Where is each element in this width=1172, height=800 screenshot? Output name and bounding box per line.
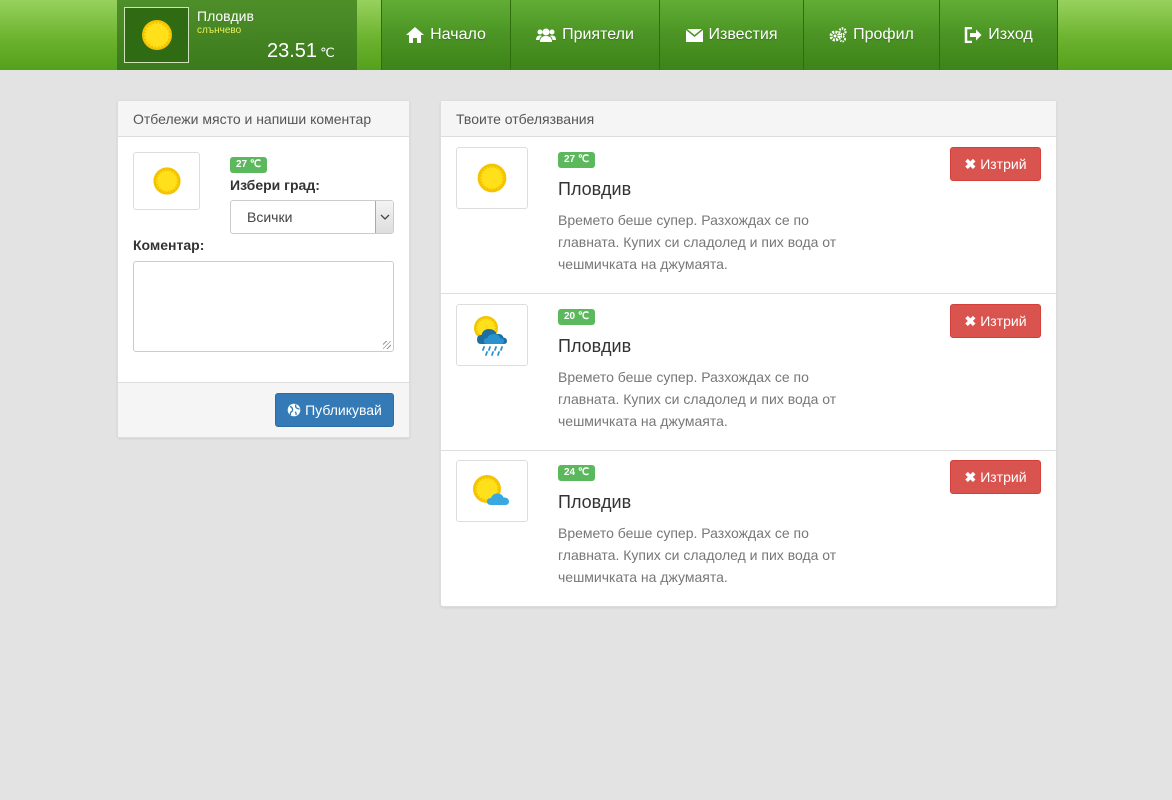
weather-condition: слънчево [197, 25, 242, 36]
checkin-comment: Времето беше супер. Разхождах се по глав… [558, 212, 837, 272]
delete-label: Изтрий [980, 469, 1027, 485]
nav-item-profile[interactable]: Профил [804, 0, 940, 70]
resize-handle-icon[interactable] [383, 341, 391, 349]
checkin-city: Пловдив [558, 492, 632, 512]
checkin-comment: Времето беше супер. Разхождах се по глав… [558, 525, 837, 585]
delete-button[interactable]: ✖ Изтрий [950, 147, 1041, 181]
temperature-value: 23.51 [267, 40, 318, 62]
sun-icon [124, 7, 189, 63]
temperature-badge: 24 ℃ [558, 465, 596, 481]
checkins-heading: Твоите отбелязвания [441, 101, 1056, 137]
sun-icon [133, 152, 200, 210]
nav-item-logout[interactable]: Изход [940, 0, 1058, 70]
nav-label: Изход [988, 26, 1033, 43]
comment-textarea[interactable] [133, 261, 394, 352]
temperature-unit: ℃ [320, 45, 335, 60]
compose-panel: Отбележи място и напиши коментар 27 ℃ Из… [117, 100, 410, 438]
nav-item-notifications[interactable]: Известия [660, 0, 804, 70]
city-label: Избери град: [230, 177, 320, 193]
city-select[interactable]: Всички [230, 200, 394, 234]
checkin-item: 20 ℃ Пловдив Времето беше супер. Разхожд… [441, 294, 1056, 451]
main-nav: Начало Приятели Известия Профил Изход [381, 0, 1058, 70]
partly-cloudy-icon [456, 460, 528, 522]
comment-label: Коментар: [133, 237, 205, 253]
sun-icon [456, 147, 528, 209]
temperature-badge: 27 ℃ [558, 152, 596, 168]
chevron-down-icon [375, 201, 393, 233]
top-navbar: Пловдив слънчево 23.51℃ Начало Приятели [0, 0, 1172, 70]
checkins-panel: Твоите отбелязвания 27 ℃ Пловдив Времето… [440, 100, 1057, 607]
nav-label: Приятели [562, 26, 634, 43]
home-icon [406, 27, 425, 43]
users-icon [536, 27, 557, 43]
logout-icon [964, 27, 982, 43]
weather-city: Пловдив [197, 8, 254, 24]
checkin-item: 24 ℃ Пловдив Времето беше супер. Разхожд… [441, 450, 1056, 607]
temperature-badge: 20 ℃ [558, 309, 596, 325]
close-icon: ✖ [964, 468, 977, 485]
gears-icon [829, 27, 847, 43]
compose-footer: Публикувай [118, 382, 409, 437]
nav-item-friends[interactable]: Приятели [511, 0, 660, 70]
nav-item-home[interactable]: Начало [381, 0, 511, 70]
nav-label: Профил [853, 26, 914, 43]
weather-temperature: 23.51 ℃ [267, 40, 335, 63]
nav-label: Начало [430, 26, 486, 43]
nav-label: Известия [708, 26, 778, 43]
delete-label: Изтрий [980, 156, 1027, 172]
delete-button[interactable]: ✖ Изтрий [950, 304, 1041, 338]
globe-icon [287, 403, 301, 417]
close-icon: ✖ [964, 155, 977, 172]
compose-heading: Отбележи място и напиши коментар [118, 101, 409, 137]
delete-button[interactable]: ✖ Изтрий [950, 460, 1041, 494]
envelope-icon [685, 28, 703, 42]
close-icon: ✖ [964, 312, 977, 329]
city-select-value: Всички [247, 209, 293, 225]
checkin-comment: Времето беше супер. Разхождах се по глав… [558, 369, 837, 429]
checkin-item: 27 ℃ Пловдив Времето беше супер. Разхожд… [441, 137, 1056, 294]
current-weather-widget: Пловдив слънчево 23.51 ℃ [117, 0, 357, 70]
checkin-city: Пловдив [558, 336, 632, 356]
checkin-city: Пловдив [558, 179, 632, 199]
rain-cloud-sun-icon [456, 304, 528, 366]
publish-label: Публикувай [305, 402, 382, 418]
publish-button[interactable]: Публикувай [275, 393, 394, 427]
temperature-badge: 27 ℃ [230, 157, 268, 173]
delete-label: Изтрий [980, 313, 1027, 329]
